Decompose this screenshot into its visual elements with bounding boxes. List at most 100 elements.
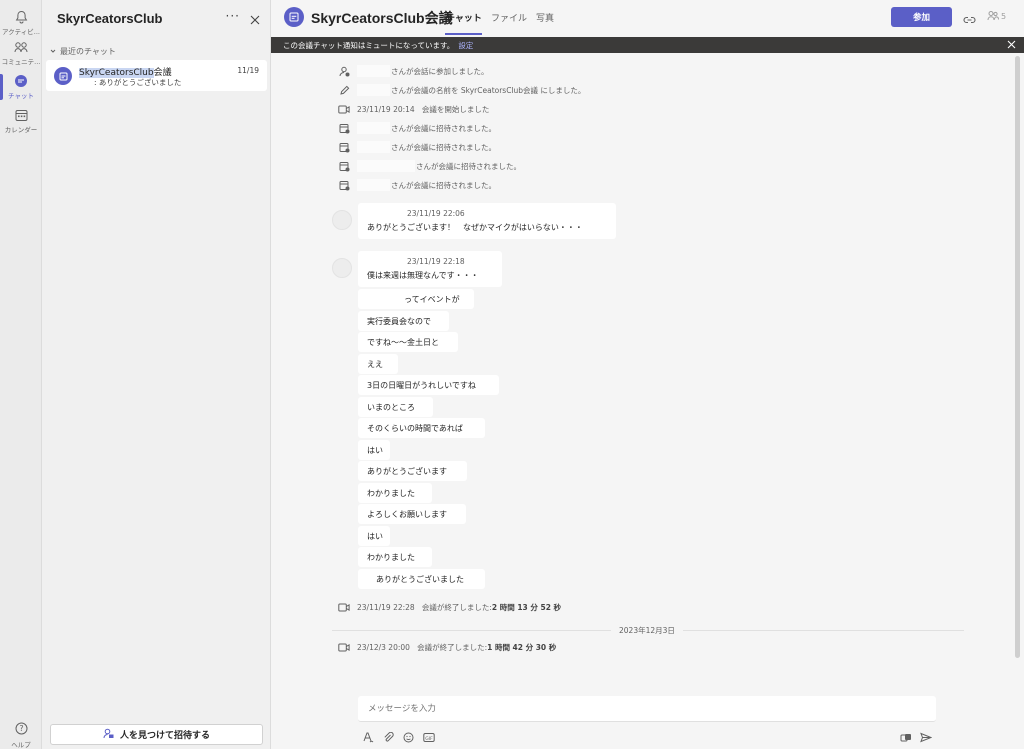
meeting-ended-event: 23/11/19 22:28 会議が終了しました: 2 時間 13 分 52 秒 <box>338 600 561 614</box>
message-bubble[interactable]: ええ <box>358 354 398 374</box>
message-text: いまのところ <box>367 402 415 412</box>
tab-chat[interactable]: チャット <box>446 11 482 24</box>
active-tab-indicator <box>445 33 482 35</box>
calendar-invite-icon <box>338 180 350 191</box>
close-icon[interactable] <box>250 10 260 29</box>
video-camera-icon <box>338 643 350 652</box>
avatar[interactable] <box>332 258 352 278</box>
pencil-icon <box>338 85 350 96</box>
invite-people-button[interactable]: 人を見つけて招待する <box>50 724 263 745</box>
message-text: 僕は来週は無理なんです・・・ <box>367 271 479 280</box>
chat-main: SkyrCeatorsClub会議 チャット ファイル 写真 参加 5 この会議… <box>271 0 1024 749</box>
svg-text:?: ? <box>19 724 23 733</box>
message-bubble[interactable]: はい <box>358 440 390 460</box>
message-text: 実行委員会なので <box>367 316 431 326</box>
join-button[interactable]: 参加 <box>891 7 952 27</box>
chat-item-date: 11/19 <box>237 66 259 75</box>
close-icon[interactable] <box>1007 40 1016 51</box>
message-bubble[interactable]: ってイベントが <box>358 289 474 309</box>
chat-list-header: SkyrCeatorsClub ··· <box>42 0 270 36</box>
message-text: はい <box>367 531 383 541</box>
meeting-avatar <box>284 7 304 27</box>
chat-header: SkyrCeatorsClub会議 チャット ファイル 写真 参加 5 <box>271 0 1024 37</box>
banner-text: この会議チャット通知はミュートになっています。 <box>283 40 455 50</box>
message-text: 3日の日曜日がうれしいですね <box>367 380 476 390</box>
community-icon <box>14 40 28 54</box>
rail-calendar[interactable]: カレンダー <box>0 100 42 142</box>
message-composer <box>358 696 936 722</box>
message-text: わかりました <box>367 552 415 562</box>
message-text: はい <box>367 445 383 455</box>
message-bubble[interactable]: わかりました <box>358 483 432 503</box>
svg-text:GIF: GIF <box>425 736 433 742</box>
format-icon[interactable] <box>363 728 374 747</box>
scrollbar[interactable] <box>1015 56 1020 658</box>
chat-list-panel: SkyrCeatorsClub ··· 最近のチャット SkyrCeatorsC… <box>42 0 271 749</box>
message-bubble[interactable]: いまのところ <box>358 397 433 417</box>
message-timestamp: 23/11/19 22:18 <box>407 257 465 266</box>
loop-icon[interactable] <box>900 728 912 747</box>
message-timestamp: 23/11/19 22:06 <box>407 209 465 218</box>
chat-icon <box>14 74 28 88</box>
meeting-avatar <box>54 67 72 85</box>
calendar-icon <box>14 108 28 122</box>
recent-chats-label: 最近のチャット <box>60 47 116 56</box>
message-bubble[interactable]: 3日の日曜日がうれしいですね <box>358 375 499 395</box>
tab-files[interactable]: ファイル <box>491 11 527 24</box>
system-event: さんが会議に招待されました。 <box>338 178 496 192</box>
more-options-icon[interactable]: ··· <box>226 9 240 23</box>
message-bubble[interactable]: ありがとうございました <box>358 569 485 589</box>
message-text: ありがとうございます！ なぜかマイクがはいらない・・・ <box>367 223 583 232</box>
message-bubble[interactable]: わかりました <box>358 547 432 567</box>
message-bubble[interactable]: ですね〜〜金土日と <box>358 332 458 352</box>
message-bubble[interactable]: 実行委員会なので <box>358 311 449 331</box>
send-icon[interactable] <box>920 728 933 747</box>
participants-button[interactable]: 5 <box>987 10 1006 23</box>
system-event: さんが会議に招待されました。 <box>338 121 496 135</box>
banner-settings-link[interactable]: 設定 <box>458 40 473 51</box>
message-text: そのくらいの時間であれば <box>367 423 463 433</box>
meeting-icon <box>289 12 299 22</box>
chat-list-item[interactable]: SkyrCeatorsClub会議 : ありがとうございました 11/19 <box>46 60 267 91</box>
message-bubble[interactable]: はい <box>358 526 390 546</box>
message-text: ありがとうございました <box>376 574 464 584</box>
attach-icon[interactable] <box>383 728 394 747</box>
system-event: さんが会話に参加しました。 <box>338 64 489 78</box>
invite-people-label: 人を見つけて招待する <box>119 731 210 741</box>
message-bubble[interactable]: 23/11/19 22:18 僕は来週は無理なんです・・・ <box>358 251 502 287</box>
chat-item-preview: : ありがとうございました <box>79 77 181 88</box>
participants-count: 5 <box>1001 12 1007 21</box>
tab-photos[interactable]: 写真 <box>536 11 554 24</box>
rail-community-label: コミュニテ... <box>1 58 41 66</box>
add-person-icon <box>103 728 114 742</box>
system-event: さんが会議に招待されました。 <box>338 140 496 154</box>
emoji-icon[interactable] <box>403 728 414 747</box>
message-input[interactable] <box>358 696 936 722</box>
gif-icon[interactable]: GIF <box>423 728 435 747</box>
message-bubble[interactable]: よろしくお願いします <box>358 504 466 524</box>
meeting-icon <box>59 72 67 80</box>
people-icon <box>987 10 999 23</box>
avatar[interactable] <box>332 210 352 230</box>
rail-calendar-label: カレンダー <box>4 126 38 134</box>
message-bubble[interactable]: 23/11/19 22:06 ありがとうございます！ なぜかマイクがはいらない・… <box>358 203 616 239</box>
app-rail: アクティビ... コミュニテ... チャット カレンダー ? ヘルプ <box>0 0 42 749</box>
date-divider-label: 2023年12月3日 <box>611 625 683 636</box>
message-text: ですね〜〜金土日と <box>367 337 439 347</box>
chat-title: SkyrCeatorsClub会議 <box>311 10 453 26</box>
help-icon: ? <box>15 720 28 739</box>
calendar-invite-icon <box>338 142 350 153</box>
person-joined-icon <box>338 66 350 77</box>
message-text: ありがとうございます <box>367 466 447 476</box>
message-text: わかりました <box>367 488 415 498</box>
message-bubble[interactable]: ありがとうございます <box>358 461 467 481</box>
message-bubble[interactable]: そのくらいの時間であれば <box>358 418 485 438</box>
rail-help[interactable]: ? ヘルプ <box>0 720 42 749</box>
mute-notification-banner: この会議チャット通知はミュートになっています。 設定 <box>271 37 1024 53</box>
calendar-invite-icon <box>338 161 350 172</box>
recent-chats-section[interactable]: 最近のチャット <box>50 46 116 57</box>
message-text: ってイベントが <box>404 294 460 304</box>
bell-icon <box>14 10 28 24</box>
link-icon[interactable] <box>963 10 976 29</box>
rail-chat-label: チャット <box>8 92 34 100</box>
